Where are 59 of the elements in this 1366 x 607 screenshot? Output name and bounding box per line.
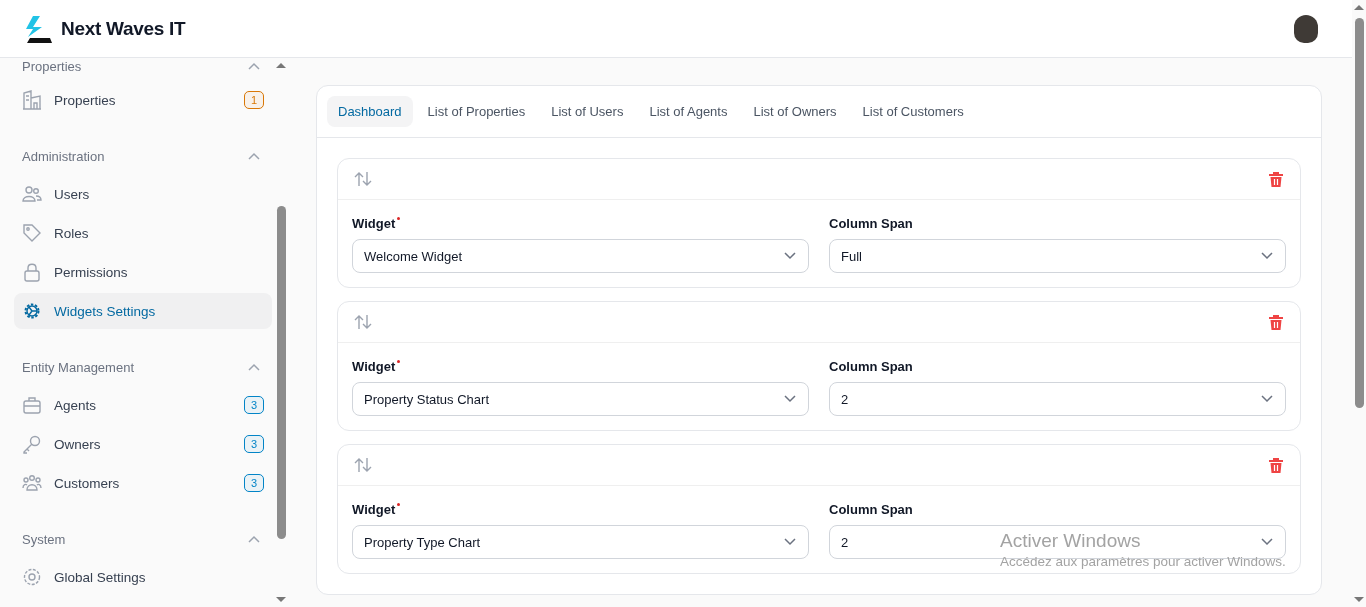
field-label: Widget <box>352 502 396 517</box>
tab[interactable]: List of Customers <box>851 96 975 127</box>
nav-item[interactable]: Customers 3 <box>14 465 273 501</box>
nav-item[interactable]: Users <box>14 176 273 212</box>
brand-name: Next Waves IT <box>61 17 186 40</box>
chevron-down-icon <box>1261 395 1273 403</box>
tab[interactable]: Dashboard <box>327 96 413 127</box>
field-label: Widget <box>352 216 396 231</box>
settings-icon <box>22 567 42 587</box>
reorder-icon[interactable] <box>354 171 372 187</box>
tab[interactable]: List of Agents <box>638 96 739 127</box>
tag-icon <box>22 223 42 243</box>
group-toggle[interactable]: Entity Management <box>14 349 273 385</box>
column-span-select[interactable]: 2 <box>829 382 1286 416</box>
lock-icon <box>22 262 42 282</box>
field-label: Column Span <box>829 359 913 374</box>
field-label: Column Span <box>829 216 913 231</box>
users-icon <box>22 184 42 204</box>
nav-item[interactable]: Owners 3 <box>14 426 273 462</box>
delete-icon[interactable] <box>1269 314 1283 330</box>
tab[interactable]: List of Users <box>540 96 635 127</box>
nav-item[interactable]: Roles <box>14 215 273 251</box>
reorder-icon[interactable] <box>354 314 372 330</box>
tab[interactable]: List of Properties <box>416 96 537 127</box>
chevron-down-icon <box>784 252 796 260</box>
widget-select[interactable]: Property Status Chart <box>352 382 809 416</box>
field-label: Column Span <box>829 502 913 517</box>
count-badge: 3 <box>243 435 265 453</box>
nav-item[interactable]: Properties 1 <box>14 82 273 118</box>
widget-select[interactable]: Welcome Widget <box>352 239 809 273</box>
chevron-down-icon <box>1261 538 1273 546</box>
nav-item[interactable]: Permissions <box>14 254 273 290</box>
activation-title: Activer Windows <box>1000 530 1141 552</box>
group-icon <box>22 473 42 493</box>
column-span-select[interactable]: Full <box>829 239 1286 273</box>
count-badge: 3 <box>243 396 265 414</box>
group-toggle[interactable]: System <box>14 521 273 557</box>
tab[interactable]: List of Owners <box>742 96 848 127</box>
delete-icon[interactable] <box>1269 457 1283 473</box>
building-icon <box>22 90 42 110</box>
count-badge: 3 <box>243 474 265 492</box>
logo-icon <box>24 14 54 43</box>
nav-item[interactable]: Global Settings <box>14 559 273 595</box>
key-icon <box>22 434 42 454</box>
group-toggle[interactable]: Administration <box>14 138 273 174</box>
field-label: Widget <box>352 359 396 374</box>
nav-item[interactable]: Agents 3 <box>14 387 273 423</box>
chevron-down-icon <box>784 538 796 546</box>
nav-item[interactable]: Widgets Settings <box>14 293 273 329</box>
widget-select[interactable]: Property Type Chart <box>352 525 809 559</box>
gear-icon <box>22 301 42 321</box>
briefcase-icon <box>22 395 42 415</box>
count-badge: 1 <box>243 91 265 109</box>
group-toggle[interactable]: Properties <box>14 58 273 74</box>
chevron-down-icon <box>784 395 796 403</box>
delete-icon[interactable] <box>1269 171 1283 187</box>
chevron-down-icon <box>1261 252 1273 260</box>
user-avatar[interactable] <box>1294 14 1318 43</box>
reorder-icon[interactable] <box>354 457 372 473</box>
